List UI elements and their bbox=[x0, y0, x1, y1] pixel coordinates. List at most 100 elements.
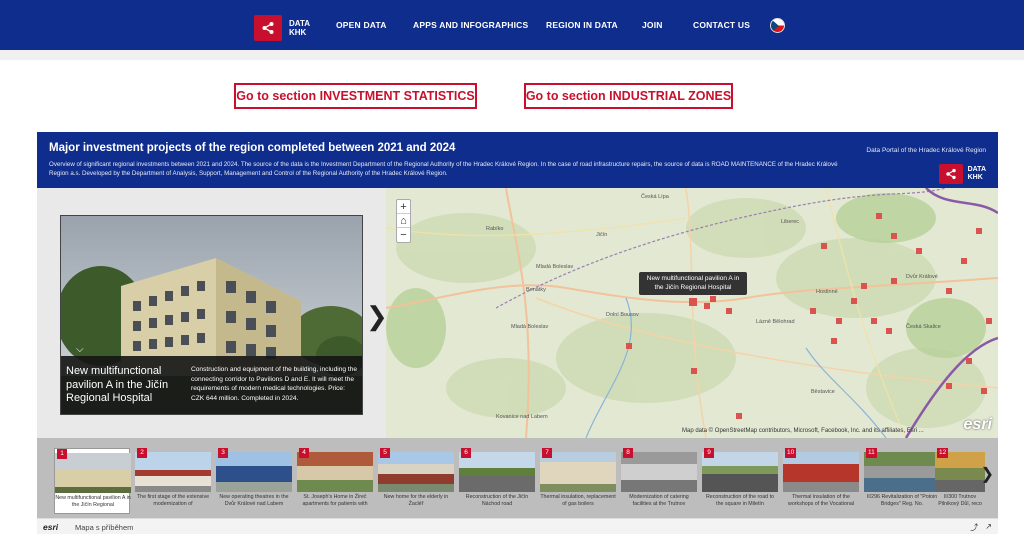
top-navigation: DATA KHK OPEN DATA APPS AND INFOGRAPHICS… bbox=[0, 0, 1024, 50]
thumb-number: 3 bbox=[218, 448, 228, 458]
thumbnail-item[interactable]: 12 II/300 Trutnov Pilnikový Důl, reco bbox=[935, 448, 985, 514]
thumbnail-item[interactable]: 10 Thermal insulation of the workshops o… bbox=[783, 448, 859, 514]
thumb-number: 5 bbox=[380, 448, 390, 458]
story-footer: esri Mapa s příběhem ⤴ ↗ bbox=[37, 518, 998, 534]
svg-text:Dolní Bousov: Dolní Bousov bbox=[606, 312, 639, 318]
thumb-number: 9 bbox=[704, 448, 714, 458]
thumbnail-strip: 1 New multifunctional pavilion A in the … bbox=[37, 438, 998, 518]
thumbnail-item[interactable]: 1 New multifunctional pavilion A in the … bbox=[54, 448, 131, 514]
svg-text:Česká Lípa: Česká Lípa bbox=[641, 193, 670, 200]
svg-text:Běstavice: Běstavice bbox=[811, 389, 835, 395]
header-divider bbox=[0, 50, 1024, 60]
svg-text:Mladá Boleslav: Mladá Boleslav bbox=[511, 324, 549, 330]
thumb-image bbox=[378, 452, 454, 492]
thumbnail-item[interactable]: 3 New operating theatres in the Dvůr Krá… bbox=[216, 448, 292, 514]
chevron-down-icon[interactable]: ⌵ bbox=[76, 344, 84, 355]
thumb-image bbox=[935, 452, 985, 492]
thumbnail-item[interactable]: 8 Modernization of catering facilities a… bbox=[621, 448, 697, 514]
thumb-number: 4 bbox=[299, 448, 309, 458]
external-link-icon[interactable]: ↗ bbox=[985, 522, 992, 533]
share-icon[interactable]: ⤴ bbox=[970, 522, 978, 533]
base-map: Česká Lípa Rabíko Mladá Boleslav Jičín Libe… bbox=[386, 188, 998, 438]
svg-text:Kovanice nad Labem: Kovanice nad Labem bbox=[496, 414, 548, 420]
data-khk-logo[interactable]: DATA KHK bbox=[254, 15, 310, 41]
thumb-number: 10 bbox=[785, 448, 797, 458]
share-icon bbox=[938, 164, 963, 184]
card-title: New multifunctional pavilion A in the Ji… bbox=[66, 365, 169, 404]
thumbnail-item[interactable]: 11 II/296 Revitalization of "Potoin Brid… bbox=[864, 448, 940, 514]
thumb-label: St. Joseph's Home in Žireč apartments fo… bbox=[302, 494, 368, 507]
share-icon bbox=[254, 15, 282, 41]
thumb-label: Thermal insulation of the workshops of t… bbox=[788, 494, 854, 507]
nav-contact-us[interactable]: CONTACT US bbox=[693, 20, 750, 30]
story-logo[interactable]: DATA KHK bbox=[938, 164, 986, 184]
thumb-number: 12 bbox=[937, 448, 949, 458]
thumb-number: 2 bbox=[137, 448, 147, 458]
thumbnail-item[interactable]: 2 The first stage of the extensive moder… bbox=[135, 448, 211, 514]
svg-text:Lázně Bělohrad: Lázně Bělohrad bbox=[756, 319, 795, 325]
thumb-number: 7 bbox=[542, 448, 552, 458]
nav-region-in-data[interactable]: REGION IN DATA bbox=[546, 20, 618, 30]
svg-text:Rabíko: Rabíko bbox=[486, 226, 503, 232]
thumb-image bbox=[135, 452, 211, 492]
esri-logo: esri bbox=[963, 416, 992, 433]
thumb-label: Reconstruction of the road to the square… bbox=[705, 494, 775, 507]
chevron-right-icon[interactable]: ❯ bbox=[366, 303, 388, 329]
nav-join[interactable]: JOIN bbox=[642, 20, 663, 30]
story-map: Major investment projects of the region … bbox=[37, 132, 998, 534]
zoom-out-button[interactable]: − bbox=[397, 228, 410, 242]
svg-text:Hostinné: Hostinné bbox=[816, 289, 838, 295]
story-logo-text: DATA KHK bbox=[967, 166, 986, 181]
map-view[interactable]: Česká Lípa Rabíko Mladá Boleslav Jičín Libe… bbox=[386, 188, 998, 438]
thumb-image bbox=[621, 452, 697, 492]
map-tooltip: New multifunctional pavilion A in the Ji… bbox=[639, 272, 747, 295]
story-subtitle: Overview of significant regional investm… bbox=[49, 161, 838, 177]
thumb-image bbox=[459, 452, 535, 492]
svg-text:Liberec: Liberec bbox=[781, 219, 799, 225]
investment-statistics-button[interactable]: Go to section INVESTMENT STATISTICS bbox=[234, 83, 477, 109]
svg-text:Česká Skalice: Česká Skalice bbox=[906, 323, 941, 330]
thumb-label: II/296 Revitalization of "Potoin Bridges… bbox=[866, 494, 938, 507]
thumb-image bbox=[702, 452, 778, 492]
card-caption: New multifunctional pavilion A in the Ji… bbox=[61, 356, 362, 414]
thumb-number: 6 bbox=[461, 448, 471, 458]
map-attribution: Map data © OpenStreetMap contributors, M… bbox=[682, 428, 924, 434]
thumb-number: 11 bbox=[866, 448, 877, 458]
thumb-image bbox=[55, 453, 131, 493]
thumb-label: Reconstruction of the Jičín Náchod road bbox=[465, 494, 529, 507]
svg-text:Dvůr Králové: Dvůr Králové bbox=[906, 273, 938, 280]
nav-open-data[interactable]: OPEN DATA bbox=[336, 20, 387, 30]
thumb-label: New multifunctional pavilion A in the Ji… bbox=[55, 495, 131, 508]
nav-apps-and-infographics[interactable]: APPS AND INFOGRAPHICS bbox=[413, 20, 528, 30]
thumb-label: Thermal insulation, replacement of gas b… bbox=[540, 494, 616, 507]
thumb-label: New home for the elderly in Žacléř bbox=[383, 494, 449, 507]
logo-text: DATA KHK bbox=[289, 19, 311, 37]
home-icon[interactable]: ⌂ bbox=[397, 214, 410, 228]
chevron-right-icon[interactable]: ❯ bbox=[981, 464, 994, 484]
industrial-zones-button[interactable]: Go to section INDUSTRIAL ZONES bbox=[524, 83, 733, 109]
thumbnail-item[interactable]: 5 New home for the elderly in Žacléř bbox=[378, 448, 454, 514]
thumbnail-item[interactable]: 4 St. Joseph's Home in Žireč apartments … bbox=[297, 448, 373, 514]
footer-icons: ⤴ ↗ bbox=[970, 522, 992, 533]
thumbnail-item[interactable]: 6 Reconstruction of the Jičín Náchod roa… bbox=[459, 448, 535, 514]
thumb-image bbox=[297, 452, 373, 492]
zoom-in-button[interactable]: + bbox=[397, 200, 410, 214]
thumb-label: New operating theatres in the Dvůr Králo… bbox=[219, 494, 289, 507]
czech-flag-icon[interactable] bbox=[770, 18, 785, 33]
thumb-image bbox=[864, 452, 940, 492]
esri-logo[interactable]: esri bbox=[43, 522, 58, 532]
story-title: Major investment projects of the region … bbox=[49, 142, 456, 154]
thumb-label: Modernization of catering facilities at … bbox=[629, 494, 689, 507]
story-header: Major investment projects of the region … bbox=[37, 132, 998, 188]
project-photo-card[interactable]: ⌵ New multifunctional pavilion A in the … bbox=[60, 215, 363, 415]
media-panel: ⌵ New multifunctional pavilion A in the … bbox=[37, 188, 388, 438]
zoom-controls: + ⌂ − bbox=[396, 199, 411, 243]
svg-text:Benátky: Benátky bbox=[526, 287, 546, 293]
thumb-image bbox=[783, 452, 859, 492]
thumbnail-item[interactable]: 7 Thermal insulation, replacement of gas… bbox=[540, 448, 616, 514]
thumb-label: II/300 Trutnov Pilnikový Důl, reco bbox=[938, 494, 982, 507]
svg-text:Mladá Boleslav: Mladá Boleslav bbox=[536, 264, 574, 270]
thumbnail-item[interactable]: 9 Reconstruction of the road to the squa… bbox=[702, 448, 778, 514]
data-portal-link[interactable]: Data Portal of the Hradec Králové Region bbox=[866, 147, 986, 154]
thumb-number: 1 bbox=[57, 449, 67, 459]
